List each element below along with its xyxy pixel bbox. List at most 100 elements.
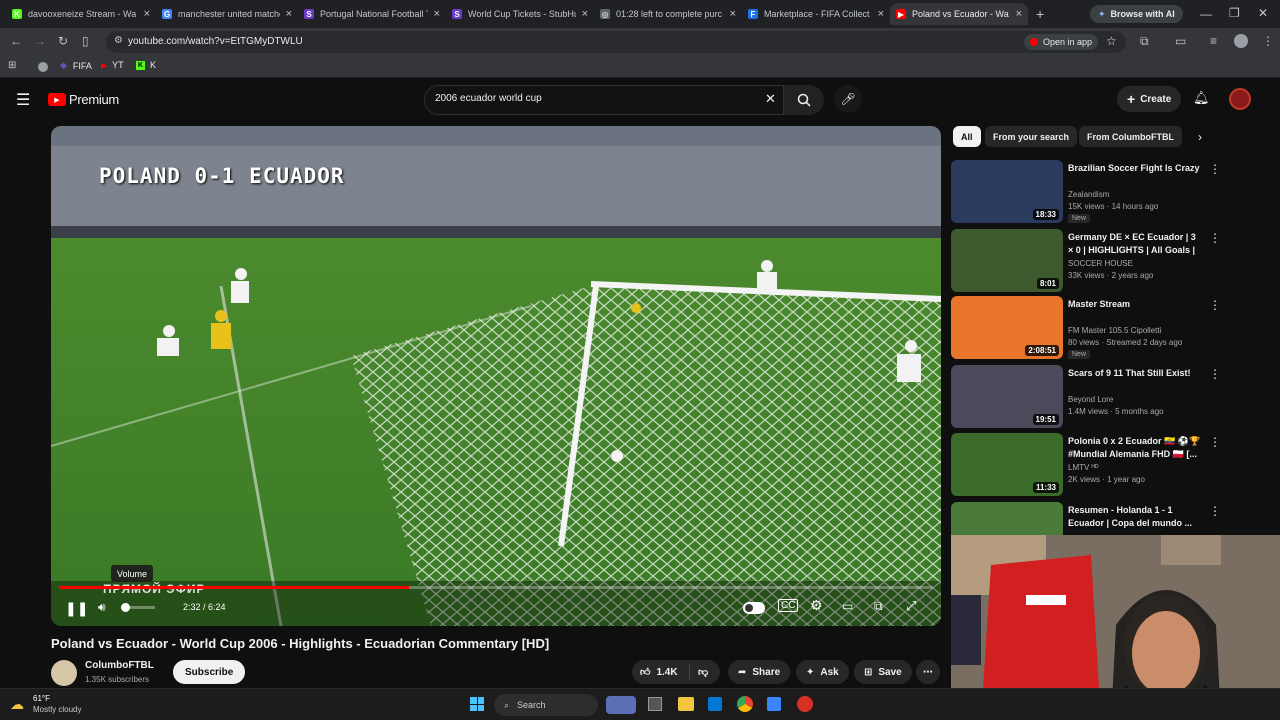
url-text[interactable]: youtube.com/watch?v=EtTGMyDTWLU xyxy=(128,36,303,47)
video-thumbnail[interactable]: 11:33 xyxy=(951,433,1063,496)
back-icon[interactable]: ← xyxy=(10,34,22,48)
recommendation-item[interactable]: 2:08:51 Master Stream FM Master 105.5 Cipo… xyxy=(951,296,1221,360)
rec-menu-icon[interactable]: ⋮ xyxy=(1209,298,1221,312)
tab-close-icon[interactable]: × xyxy=(434,8,440,20)
close-window-icon[interactable]: ✕ xyxy=(1258,6,1268,20)
channel-avatar[interactable] xyxy=(51,660,77,686)
rec-menu-icon[interactable]: ⋮ xyxy=(1209,367,1221,381)
app-icon-red[interactable] xyxy=(797,696,813,712)
rec-menu-icon[interactable]: ⋮ xyxy=(1209,504,1221,518)
search-button[interactable] xyxy=(784,85,824,115)
video-thumbnail[interactable]: 2:08:51 xyxy=(951,296,1063,359)
rec-channel[interactable]: Beyond Lore xyxy=(1068,395,1113,404)
dislike-button[interactable]: 👎︎ xyxy=(690,666,708,678)
rec-channel[interactable]: FM Master 105.5 Cipolletti xyxy=(1068,326,1161,335)
chips-next-icon[interactable]: › xyxy=(1198,130,1202,144)
cast-icon[interactable]: ⧉ xyxy=(874,599,883,614)
recommendation-item[interactable]: 11:33 Polonia 0 x 2 Ecuador 🇪🇨 ⚽🏆 #Mundia… xyxy=(951,433,1221,497)
bookmark-yt[interactable]: ▶ YT xyxy=(101,60,124,70)
tab-close-icon[interactable]: × xyxy=(582,8,588,20)
browser-menu-icon[interactable]: ⋮ xyxy=(1262,34,1274,48)
video-player[interactable]: POLAND 0-1 ECUADOR ПРЯМОЙ ЭФИР Volume ❚❚… xyxy=(51,126,941,626)
apps-grid-icon[interactable]: ⊞ xyxy=(8,60,16,71)
theater-mode-icon[interactable]: ▭ xyxy=(842,599,853,613)
rec-title[interactable]: Polonia 0 x 2 Ecuador 🇪🇨 ⚽🏆 #Mundial Ale… xyxy=(1068,435,1202,461)
site-info-icon[interactable]: ⚙ xyxy=(114,35,123,46)
browser-tab[interactable]: Kdavooxeneize Stream - Wa × xyxy=(6,3,156,25)
like-button[interactable]: 👍︎ 1.4K xyxy=(632,664,690,680)
browser-tab[interactable]: F Marketplace - FIFA Collect × xyxy=(742,3,890,25)
more-actions-button[interactable]: ⋯ xyxy=(916,660,940,684)
globe-icon[interactable] xyxy=(38,62,48,72)
voice-search-button[interactable]: 🎤︎ xyxy=(834,85,862,113)
tab-close-icon[interactable]: × xyxy=(730,8,736,20)
taskbar-search[interactable]: ⌕ Search xyxy=(494,694,598,716)
rec-menu-icon[interactable]: ⋮ xyxy=(1209,435,1221,449)
create-button[interactable]: + Create xyxy=(1117,86,1182,112)
windows-start-icon[interactable] xyxy=(470,697,484,711)
video-thumbnail[interactable]: 18:33 xyxy=(951,160,1063,223)
video-thumbnail[interactable]: 8:01 xyxy=(951,229,1063,292)
rec-title[interactable]: Master Stream xyxy=(1068,298,1202,311)
volume-button[interactable]: 🔊︎ xyxy=(98,600,106,615)
tab-close-icon[interactable]: × xyxy=(1016,8,1022,20)
recommendation-item[interactable]: Resumen - Holanda 1 - 1 Ecuador | Copa d… xyxy=(951,502,1221,535)
save-button[interactable]: ⊞ Save xyxy=(854,660,912,684)
chip-all[interactable]: All xyxy=(953,126,981,147)
notifications-bell-icon[interactable]: 🔔︎ xyxy=(1193,90,1210,106)
extensions-icon[interactable]: ⧉ xyxy=(1140,34,1149,49)
recommendation-item[interactable]: 18:33 Brazilian Soccer Fight Is Crazy Zeal… xyxy=(951,160,1221,224)
user-avatar[interactable] xyxy=(1229,88,1251,110)
restore-icon[interactable]: ❐ xyxy=(1229,6,1240,20)
rec-channel[interactable]: LMTV ᴴᴰ xyxy=(1068,463,1099,472)
video-thumbnail[interactable] xyxy=(951,502,1063,535)
reload-icon[interactable]: ↻ xyxy=(58,34,68,48)
profile-avatar[interactable] xyxy=(1234,34,1248,48)
video-thumbnail[interactable]: 19:51 xyxy=(951,365,1063,428)
minimize-icon[interactable]: — xyxy=(1200,7,1212,21)
app-icon-blue[interactable] xyxy=(767,697,781,711)
chrome-icon[interactable] xyxy=(737,696,753,712)
captions-icon[interactable]: CC xyxy=(778,599,799,612)
browser-tab[interactable]: Gmanchester united matches × xyxy=(156,3,298,25)
weather-icon[interactable]: ☁ xyxy=(10,696,24,713)
bookmark-star-icon[interactable]: ☆ xyxy=(1106,34,1117,48)
share-button[interactable]: ➦ Share xyxy=(728,660,791,684)
recommendation-item[interactable]: 19:51 Scars of 9 11 That Still Exist! Beyo… xyxy=(951,365,1221,429)
rec-title[interactable]: Scars of 9 11 That Still Exist! xyxy=(1068,367,1202,380)
ask-button[interactable]: ✦ Ask xyxy=(796,660,849,684)
outlook-icon[interactable] xyxy=(708,697,722,711)
youtube-logo[interactable]: ▶ Premium xyxy=(48,92,119,107)
volume-slider[interactable] xyxy=(121,603,155,612)
tab-close-icon[interactable]: × xyxy=(286,8,292,20)
open-in-app-button[interactable]: Open in app xyxy=(1024,34,1099,50)
chip-from-search[interactable]: From your search xyxy=(985,126,1078,147)
autoplay-toggle[interactable] xyxy=(743,602,765,614)
hamburger-menu-icon[interactable]: ☰ xyxy=(16,90,30,110)
sidebar-icon[interactable]: ▯ xyxy=(82,34,89,48)
browser-tab[interactable]: S Portugal National Football T × xyxy=(298,3,446,25)
task-view-icon[interactable] xyxy=(648,697,662,711)
tab-close-icon[interactable]: × xyxy=(144,8,150,20)
rec-title[interactable]: Resumen - Holanda 1 - 1 Ecuador | Copa d… xyxy=(1068,504,1202,530)
pause-button[interactable]: ❚❚ xyxy=(65,600,88,617)
settings-gear-icon[interactable]: ⚙ xyxy=(810,597,823,614)
copilot-icon[interactable] xyxy=(606,696,636,714)
tab-close-icon[interactable]: × xyxy=(878,8,884,20)
rec-title[interactable]: Germany DE × EC Ecuador | 3 × 0 | HIGHLI… xyxy=(1068,231,1202,257)
browser-tab[interactable]: ▶ Poland vs Ecuador - Wa × xyxy=(890,3,1028,25)
bookmark-fifa[interactable]: ◆ FIFA xyxy=(60,60,92,71)
chip-from-channel[interactable]: From ColumboFTBL xyxy=(1079,126,1182,147)
fullscreen-icon[interactable]: ⤢ xyxy=(906,598,916,614)
recommendation-item[interactable]: 8:01 Germany DE × EC Ecuador | 3 × 0 | HI… xyxy=(951,229,1221,293)
browser-tab[interactable]: S World Cup Tickets - StubHu × xyxy=(446,3,594,25)
tab-search-icon[interactable]: ▭ xyxy=(1175,34,1186,48)
rec-menu-icon[interactable]: ⋮ xyxy=(1209,231,1221,245)
subscribe-button[interactable]: Subscribe xyxy=(173,660,246,684)
forward-icon[interactable]: → xyxy=(34,34,46,48)
rec-title[interactable]: Brazilian Soccer Fight Is Crazy xyxy=(1068,162,1202,175)
clear-search-icon[interactable]: ✕ xyxy=(765,91,776,107)
browse-with-ai-button[interactable]: ✦ Browse with AI xyxy=(1090,5,1183,23)
rec-channel[interactable]: SOCCER HOUSE xyxy=(1068,259,1133,268)
channel-name[interactable]: ColumboFTBL xyxy=(85,660,154,671)
